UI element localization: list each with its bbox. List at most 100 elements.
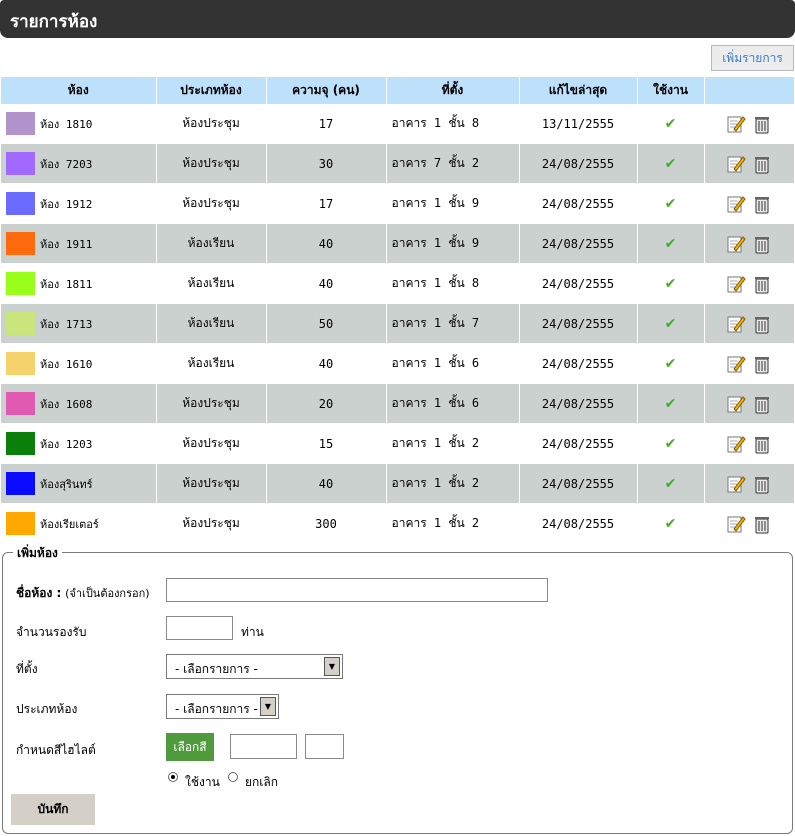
trash-icon[interactable] (752, 234, 772, 254)
save-button[interactable]: บันทึก (11, 794, 95, 825)
actions-cell (704, 263, 795, 304)
location-cell: อาคาร 1 ชั้น 8 (386, 263, 520, 304)
updated-cell: 24/08/2555 (519, 183, 638, 224)
room-cell: ห้องสุรินทร์ (1, 463, 157, 504)
trash-icon[interactable] (752, 194, 772, 214)
active-cell: ✔ (637, 104, 705, 144)
room-type-cell: ห้องประชุม (156, 143, 267, 184)
location-cell: อาคาร 7 ชั้น 2 (386, 143, 520, 184)
room-name: ห้อง 1810 (40, 117, 93, 131)
edit-icon[interactable] (726, 314, 746, 334)
page-header: รายการห้อง (0, 0, 795, 38)
edit-icon[interactable] (726, 474, 746, 494)
room-cell: ห้อง 1713 (1, 303, 157, 344)
active-cell: ✔ (637, 343, 705, 384)
trash-icon[interactable] (752, 474, 772, 494)
trash-icon[interactable] (752, 154, 772, 174)
actions-cell (704, 143, 795, 184)
room-type-label: ประเภทห้อง (16, 702, 78, 716)
room-cell: ห้อง 7203 (1, 143, 157, 184)
edit-icon[interactable] (726, 274, 746, 294)
capacity-cell: 300 (266, 503, 387, 544)
check-icon: ✔ (664, 355, 677, 372)
capacity-cell: 17 (266, 104, 387, 144)
active-cell: ✔ (637, 303, 705, 344)
location-select[interactable]: - เลือกรายการ - ▼ (166, 654, 343, 679)
location-cell: อาคาร 1 ชั้น 6 (386, 343, 520, 384)
room-name-input[interactable] (166, 578, 548, 602)
room-name: ห้องเรียเตอร์ (40, 517, 99, 531)
edit-icon[interactable] (726, 354, 746, 374)
form-legend: เพิ่มห้อง (13, 544, 62, 563)
chevron-down-icon: ▼ (324, 657, 340, 676)
check-icon: ✔ (664, 395, 677, 412)
status-active-radio[interactable] (168, 772, 178, 782)
updated-cell: 24/08/2555 (519, 463, 638, 504)
table-body: ห้อง 1810 ห้องประชุม 17 อาคาร 1 ชั้น 8 13/11… (1, 104, 795, 544)
col-active: ใช้งาน (637, 77, 705, 104)
location-cell: อาคาร 1 ชั้น 2 (386, 423, 520, 464)
col-capacity: ความจุ (คน) (266, 77, 387, 104)
check-icon: ✔ (664, 195, 677, 212)
trash-icon[interactable] (752, 354, 772, 374)
actions-cell (704, 104, 795, 144)
actions-cell (704, 383, 795, 424)
status-active-label: ใช้งาน (185, 775, 220, 789)
edit-icon[interactable] (726, 514, 746, 534)
trash-icon[interactable] (752, 274, 772, 294)
active-cell: ✔ (637, 503, 705, 544)
active-cell: ✔ (637, 223, 705, 264)
capacity-cell: 40 (266, 223, 387, 264)
room-type-cell: ห้องประชุม (156, 423, 267, 464)
trash-icon[interactable] (752, 434, 772, 454)
updated-cell: 24/08/2555 (519, 143, 638, 184)
actions-cell (704, 503, 795, 544)
room-cell: ห้อง 1203 (1, 423, 157, 464)
trash-icon[interactable] (752, 114, 772, 134)
edit-icon[interactable] (726, 234, 746, 254)
room-cell: ห้อง 1608 (1, 383, 157, 424)
edit-icon[interactable] (726, 114, 746, 134)
room-name: ห้อง 1608 (40, 397, 93, 411)
edit-icon[interactable] (726, 154, 746, 174)
room-type-cell: ห้องเรียน (156, 303, 267, 344)
room-name-label: ชื่อห้อง : (จำเป็นต้องกรอก) (16, 586, 150, 600)
room-type-cell: ห้องเรียน (156, 263, 267, 304)
room-name: ห้อง 1811 (40, 277, 93, 291)
check-icon: ✔ (664, 275, 677, 292)
updated-cell: 24/08/2555 (519, 303, 638, 344)
add-item-button[interactable]: เพิ่มรายการ (711, 45, 794, 71)
updated-cell: 24/08/2555 (519, 383, 638, 424)
pick-color-button[interactable]: เลือกสี (166, 733, 214, 761)
trash-icon[interactable] (752, 514, 772, 534)
table-row: ห้อง 7203 ห้องประชุม 30 อาคาร 7 ชั้น 2 24/08… (1, 143, 795, 184)
check-icon: ✔ (664, 515, 677, 532)
status-cancel-radio[interactable] (228, 772, 238, 782)
location-cell: อาคาร 1 ชั้น 2 (386, 503, 520, 544)
room-color-swatch (6, 112, 35, 135)
room-cell: ห้อง 1911 (1, 223, 157, 264)
trash-icon[interactable] (752, 394, 772, 414)
capacity-input[interactable] (166, 616, 233, 640)
actions-cell (704, 183, 795, 224)
trash-icon[interactable] (752, 314, 772, 334)
page-title: รายการห้อง (10, 12, 98, 32)
color-preview-box[interactable] (305, 734, 344, 759)
room-cell: ห้อง 1912 (1, 183, 157, 224)
room-type-cell: ห้องเรียน (156, 343, 267, 384)
edit-icon[interactable] (726, 194, 746, 214)
room-type-cell: ห้องเรียน (156, 223, 267, 264)
chevron-down-icon: ▼ (260, 697, 276, 716)
room-type-select[interactable]: - เลือกรายการ - ▼ (166, 694, 279, 719)
room-name: ห้องสุรินทร์ (40, 477, 93, 491)
edit-icon[interactable] (726, 394, 746, 414)
color-code-input[interactable] (230, 734, 297, 759)
location-label: ที่ตั้ง (16, 662, 38, 676)
location-cell: อาคาร 1 ชั้น 6 (386, 383, 520, 424)
edit-icon[interactable] (726, 434, 746, 454)
room-color-swatch (6, 152, 35, 175)
room-name: ห้อง 1713 (40, 317, 93, 331)
capacity-cell: 30 (266, 143, 387, 184)
room-color-swatch (6, 312, 35, 335)
room-cell: ห้องเรียเตอร์ (1, 503, 157, 544)
